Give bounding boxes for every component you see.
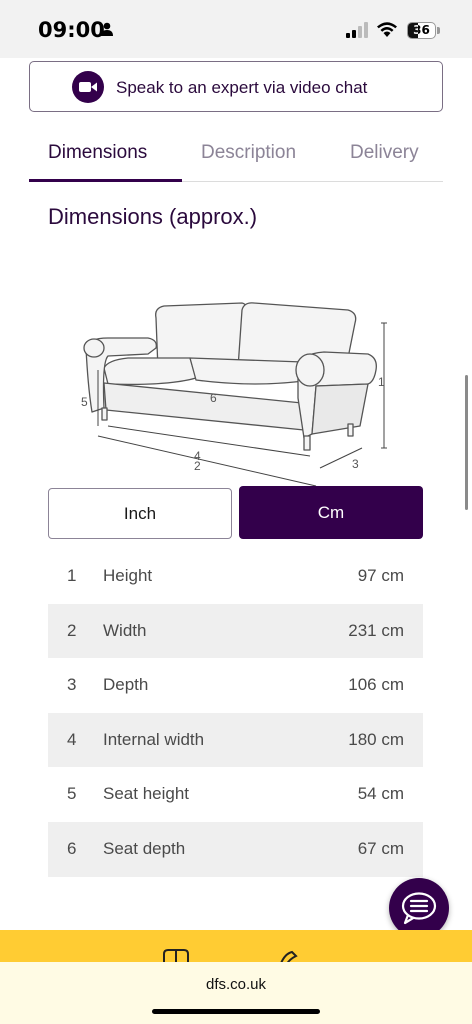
table-row: 6 Seat depth 67 cm — [48, 821, 423, 877]
dimensions-title: Dimensions (approx.) — [48, 204, 258, 229]
row-value: 97 cm — [357, 566, 404, 585]
battery-icon: 36 — [407, 22, 436, 39]
product-page: Speak to an expert via video chat Dimens… — [0, 58, 472, 930]
table-row: 3 Depth 106 cm — [48, 658, 423, 713]
row-label: Internal width — [103, 729, 205, 749]
video-camera-icon — [72, 71, 104, 103]
diagram-label-seat-height: 5 — [81, 395, 88, 409]
person-icon — [101, 22, 113, 36]
chat-bubble-icon — [401, 892, 437, 925]
row-number: 1 — [67, 566, 77, 585]
tab-delivery[interactable]: Delivery — [350, 142, 419, 164]
row-label: Seat depth — [103, 838, 186, 858]
chat-button[interactable] — [389, 878, 449, 938]
tab-description[interactable]: Description — [201, 142, 296, 164]
product-tabs: Dimensions Description Delivery — [29, 134, 443, 182]
row-number: 2 — [67, 620, 77, 640]
home-indicator — [152, 1009, 320, 1014]
unit-inch-button[interactable]: Inch — [48, 488, 232, 539]
row-value: 54 cm — [357, 784, 404, 804]
row-label: Seat height — [103, 784, 190, 804]
diagram-label-depth: 3 — [352, 457, 359, 471]
row-number: 4 — [67, 729, 77, 749]
browser-address-bar[interactable]: dfs.co.uk — [0, 962, 472, 1024]
table-row: 2 Width 231 cm — [48, 603, 423, 659]
diagram-label-seat-depth: 6 — [210, 391, 217, 405]
diagram-label-internal-width: 4 — [194, 449, 201, 463]
battery-percent: 36 — [413, 23, 430, 37]
wifi-icon — [377, 22, 397, 37]
table-row: 1 Height 97 cm — [48, 549, 423, 604]
table-row: 4 Internal width 180 cm — [48, 712, 423, 768]
video-chat-expert-button[interactable]: Speak to an expert via video chat — [29, 61, 443, 112]
url-text[interactable]: dfs.co.uk — [0, 976, 472, 993]
active-tab-underline — [29, 179, 182, 182]
sofa-dimensions-diagram: 1 2 3 4 5 6 — [81, 302, 387, 487]
row-number: 5 — [67, 784, 77, 804]
video-chat-label: Speak to an expert via video chat — [116, 78, 368, 97]
diagram-label-height: 1 — [378, 375, 385, 389]
dimensions-table: 1 Height 97 cm 2 Width 231 cm 3 Depth 10… — [48, 549, 423, 877]
row-value: 231 cm — [348, 620, 404, 640]
row-number: 6 — [67, 838, 77, 858]
battery-cap — [437, 27, 440, 34]
unit-cm-button[interactable]: Cm — [239, 486, 423, 539]
row-label: Height — [103, 566, 153, 585]
cellular-signal-icon — [346, 22, 368, 38]
table-row: 5 Seat height 54 cm — [48, 767, 423, 822]
row-number: 3 — [67, 675, 77, 695]
scrollbar[interactable] — [465, 375, 468, 510]
bottom-nav-bar — [0, 930, 472, 964]
row-value: 106 cm — [348, 675, 404, 695]
row-value: 180 cm — [348, 729, 404, 749]
tab-dimensions[interactable]: Dimensions — [48, 142, 147, 164]
status-time: 09:00 — [38, 18, 105, 42]
status-bar: 09:00 36 — [0, 0, 472, 58]
row-value: 67 cm — [357, 838, 404, 858]
row-label: Width — [103, 620, 147, 640]
row-label: Depth — [103, 675, 149, 695]
